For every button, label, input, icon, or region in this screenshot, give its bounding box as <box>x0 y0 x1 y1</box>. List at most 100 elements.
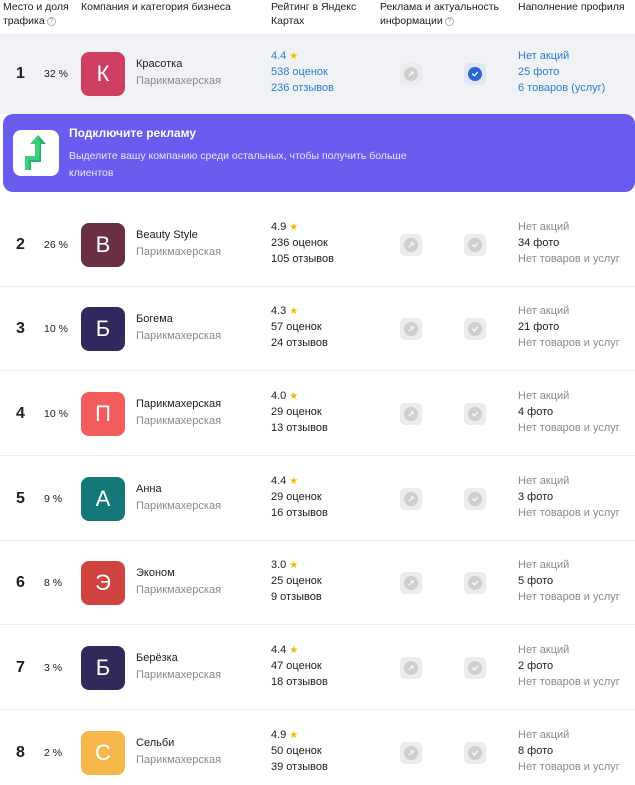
ratings-count[interactable]: 538 оценок <box>271 65 328 79</box>
traffic-share: 26 % <box>44 238 68 251</box>
profile-goods: Нет товаров и услуг <box>518 591 620 603</box>
header-place: Место и доля трафика? <box>3 1 69 27</box>
company-name[interactable]: Сельби <box>136 737 174 749</box>
info-actual-check-icon[interactable] <box>464 572 486 594</box>
profile-promotions: Нет акций <box>518 729 570 741</box>
company-avatar[interactable]: П <box>81 392 125 436</box>
profile-photos: 3 фото <box>518 491 554 503</box>
traffic-share: 9 % <box>44 492 63 505</box>
ratings-count: 25 оценок <box>271 575 322 587</box>
rating-value: 4.4 ★ <box>271 644 299 656</box>
reviews-count: 24 отзывов <box>271 337 328 349</box>
rank-number: 7 <box>16 658 25 676</box>
ad-status-icon[interactable] <box>400 488 422 510</box>
ad-status-icon[interactable] <box>400 742 422 764</box>
traffic-share: 10 % <box>44 322 68 335</box>
profile-photos: 5 фото <box>518 575 554 587</box>
reviews-count: 9 отзывов <box>271 591 322 603</box>
reviews-count: 18 отзывов <box>271 676 328 688</box>
rank-number: 2 <box>16 235 25 253</box>
table-row[interactable]: 2 26 % B Beauty Style Парикмахерская 4.9… <box>0 203 635 287</box>
company-category: Парикмахерская <box>136 75 222 87</box>
profile-promotions: Нет акций <box>518 305 570 317</box>
traffic-share: 2 % <box>44 746 63 759</box>
reviews-count: 105 отзывов <box>271 253 334 265</box>
info-actual-check-icon[interactable] <box>464 234 486 256</box>
profile-goods[interactable]: 6 товаров (услуг) <box>518 81 605 95</box>
traffic-share: 3 % <box>44 661 63 674</box>
company-name[interactable]: Парикмахерская <box>136 398 221 410</box>
profile-goods: Нет товаров и услуг <box>518 507 620 519</box>
ad-status-icon[interactable] <box>400 403 422 425</box>
table-row[interactable]: 1 32 % К Красотка Парикмахерская 4.4 ★ 53… <box>0 34 635 114</box>
profile-promotions: Нет акций <box>518 644 570 656</box>
table-row[interactable]: 7 3 % Б Берёзка Парикмахерская 4.4 ★ 47 о… <box>0 626 635 710</box>
star-icon: ★ <box>289 560 299 571</box>
profile-photos: 4 фото <box>518 406 554 418</box>
table-row[interactable]: 5 9 % А Анна Парикмахерская 4.4 ★ 29 оцен… <box>0 457 635 541</box>
profile-promotions: Нет акций <box>518 221 570 233</box>
ad-status-icon[interactable] <box>400 572 422 594</box>
info-actual-check-icon[interactable] <box>464 657 486 679</box>
info-actual-check-icon[interactable] <box>464 318 486 340</box>
promo-text: Выделите вашу компанию среди остальных, … <box>69 150 407 179</box>
rating-value: 4.9 ★ <box>271 729 299 741</box>
ad-status-icon[interactable] <box>400 234 422 256</box>
company-avatar[interactable]: С <box>81 731 125 775</box>
reviews-count[interactable]: 236 отзывов <box>271 81 334 95</box>
profile-promotions: Нет акций <box>518 475 570 487</box>
help-icon[interactable]: ? <box>46 16 56 26</box>
company-name[interactable]: Beauty Style <box>136 229 198 241</box>
profile-goods: Нет товаров и услуг <box>518 253 620 265</box>
rank-number: 4 <box>16 404 25 422</box>
rating-value: 4.4 ★ <box>271 475 299 487</box>
company-name[interactable]: Анна <box>136 483 162 495</box>
ad-status-icon[interactable] <box>400 657 422 679</box>
company-category: Парикмахерская <box>136 500 222 512</box>
promo-banner[interactable]: Подключите рекламу Выделите вашу компани… <box>3 114 635 192</box>
table-row[interactable]: 4 10 % П Парикмахерская Парикмахерская 4… <box>0 372 635 456</box>
profile-photos[interactable]: 25 фото <box>518 65 559 79</box>
profile-goods: Нет товаров и услуг <box>518 676 620 688</box>
company-avatar[interactable]: Э <box>81 561 125 605</box>
header-profile: Наполнение профиля <box>518 1 625 13</box>
company-category: Парикмахерская <box>136 584 222 596</box>
star-icon: ★ <box>289 306 299 317</box>
profile-photos: 8 фото <box>518 745 554 757</box>
company-category: Парикмахерская <box>136 754 222 766</box>
ad-status-icon[interactable] <box>400 318 422 340</box>
table-header: Место и доля трафика? Компания и категор… <box>0 0 635 34</box>
company-avatar[interactable]: Б <box>81 307 125 351</box>
info-actual-check-icon[interactable] <box>464 63 486 85</box>
traffic-share: 8 % <box>44 576 63 589</box>
table-row[interactable]: 3 10 % Б Богема Парикмахерская 4.3 ★ 57 о… <box>0 287 635 371</box>
company-name[interactable]: Эконом <box>136 567 175 579</box>
company-avatar[interactable]: B <box>81 223 125 267</box>
info-actual-check-icon[interactable] <box>464 742 486 764</box>
header-ads: Реклама и актуальность информации? <box>380 1 500 27</box>
header-company: Компания и категория бизнеса <box>81 1 231 13</box>
table-row[interactable]: 8 2 % С Сельби Парикмахерская 4.9 ★ 50 оц… <box>0 711 635 785</box>
ratings-count: 50 оценок <box>271 745 322 757</box>
info-actual-check-icon[interactable] <box>464 403 486 425</box>
profile-promotions[interactable]: Нет акций <box>518 49 569 63</box>
table-row[interactable]: 6 8 % Э Эконом Парикмахерская 3.0 ★ 25 оц… <box>0 541 635 625</box>
company-avatar[interactable]: А <box>81 477 125 521</box>
profile-promotions: Нет акций <box>518 390 570 402</box>
company-name[interactable]: Красотка <box>136 58 182 70</box>
info-actual-check-icon[interactable] <box>464 488 486 510</box>
ad-status-icon[interactable] <box>400 63 422 85</box>
rank-number: 6 <box>16 573 25 591</box>
rank-number: 1 <box>16 65 25 82</box>
star-icon: ★ <box>289 51 299 62</box>
help-icon[interactable]: ? <box>444 16 454 26</box>
promo-title: Подключите рекламу <box>69 126 197 140</box>
company-name[interactable]: Богема <box>136 313 173 325</box>
rank-number: 8 <box>16 743 25 761</box>
company-avatar[interactable]: Б <box>81 646 125 690</box>
company-name[interactable]: Берёзка <box>136 652 178 664</box>
profile-goods: Нет товаров и услуг <box>518 761 620 773</box>
company-avatar[interactable]: К <box>81 52 125 96</box>
profile-goods: Нет товаров и услуг <box>518 422 620 434</box>
ratings-count: 236 оценок <box>271 237 328 249</box>
